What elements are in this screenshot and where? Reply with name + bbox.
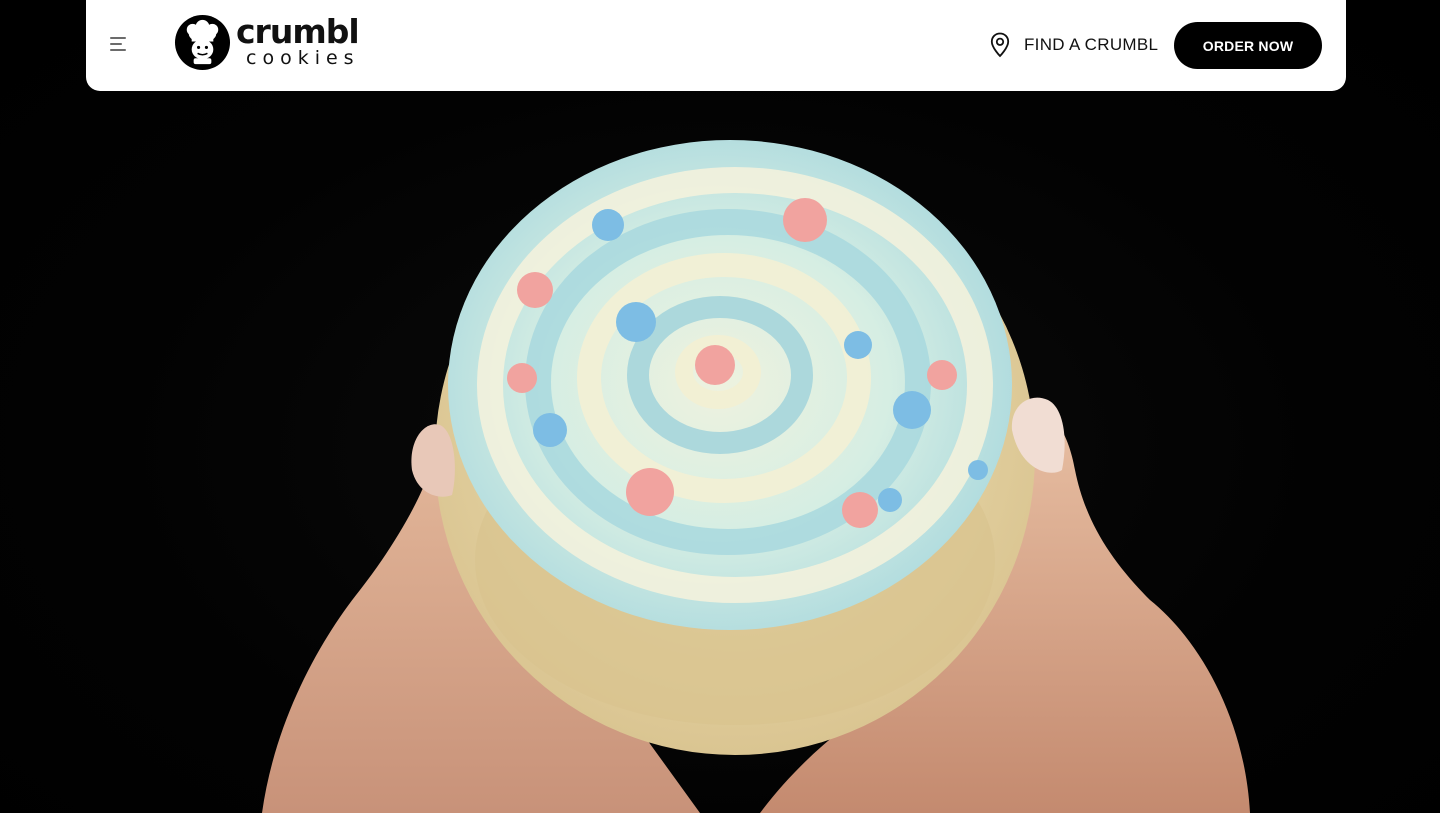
logo-wordmark: crumbl: [236, 12, 360, 51]
find-a-crumbl-label: FIND A CRUMBL: [1024, 35, 1159, 54]
logo-subtitle: cookies: [246, 47, 360, 69]
hero-section: [0, 0, 1440, 813]
crumbl-logo[interactable]: crumbl cookies: [174, 12, 374, 72]
find-a-crumbl-link[interactable]: FIND A CRUMBL: [990, 32, 1158, 58]
order-now-button[interactable]: ORDER NOW: [1174, 22, 1322, 69]
chef-logo-icon: [174, 14, 231, 71]
top-navbar: crumbl cookies FIND A CRUMBL ORDER NOW: [86, 0, 1346, 91]
map-pin-icon: [990, 32, 1010, 58]
hero-image: [262, 140, 1250, 813]
left-thumbnail: [411, 424, 455, 497]
hamburger-menu-icon[interactable]: [108, 34, 128, 54]
